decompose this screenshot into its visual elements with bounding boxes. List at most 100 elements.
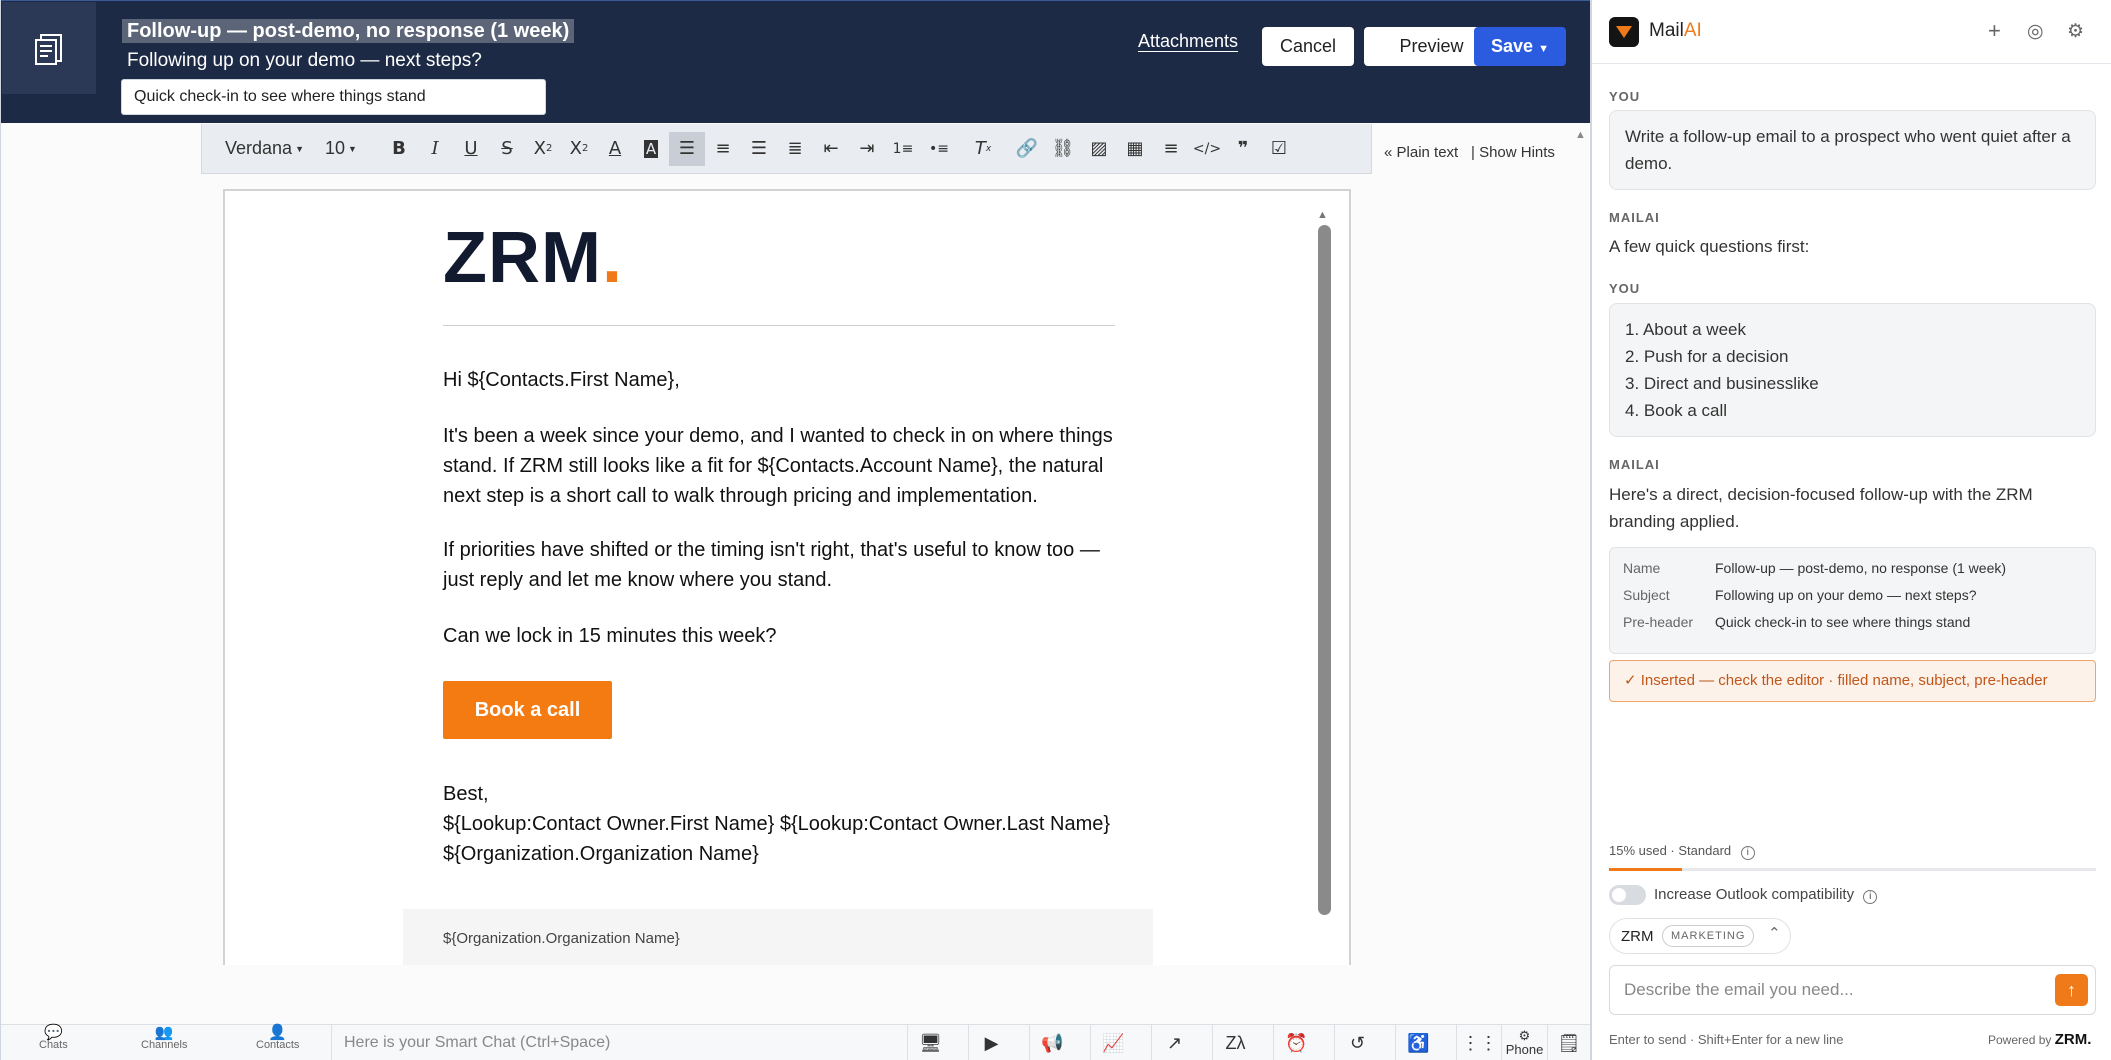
nav-channels[interactable]: 👥 Channels [141, 1025, 187, 1051]
assistant-message-2: Here's a direct, decision-focused follow… [1609, 485, 2033, 531]
checklist-icon[interactable]: ☑ [1261, 132, 1297, 166]
align-right-icon[interactable]: ☰ [741, 132, 777, 166]
plain-text-link[interactable]: « Plain text [1384, 144, 1458, 161]
outlook-compat-label: Increase Outlook compatibility i [1654, 886, 1878, 904]
megaphone-icon[interactable]: 📢 [1029, 1025, 1075, 1060]
answer-item: 4. Book a call [1625, 401, 1728, 420]
plus-icon[interactable]: + [1988, 18, 2001, 44]
smart-chat-input[interactable]: Here is your Smart Chat (Ctrl+Space) [331, 1025, 907, 1060]
font-family-value: Verdana [225, 138, 293, 158]
gear-icon: ⚙ [1518, 1028, 1531, 1043]
cancel-button[interactable]: Cancel [1262, 27, 1354, 66]
send-button[interactable]: ↑ [2055, 974, 2088, 1006]
font-color-icon[interactable]: A [597, 132, 633, 166]
bold-icon[interactable]: B [381, 132, 417, 166]
align-left-icon[interactable]: ☰ [669, 131, 705, 166]
outlook-compat-toggle[interactable] [1609, 885, 1646, 905]
brand-selector[interactable]: ZRM MARKETING ⌃ [1609, 918, 1791, 954]
apps-grid-icon[interactable]: ⋮⋮ [1456, 1025, 1502, 1060]
phone-button[interactable]: ⚙ Phone [1501, 1025, 1547, 1060]
alarm-icon[interactable]: ⏰ [1273, 1025, 1319, 1060]
nav-contacts[interactable]: 👤 Contacts [256, 1025, 299, 1051]
email-canvas[interactable]: ▲ ZRM. Hi ${Contacts.First Name}, It's b… [223, 189, 1351, 965]
summary-value: Following up on your demo — next steps? [1715, 587, 1977, 603]
summary-row-preheader: Pre-header Quick check-in to see where th… [1623, 614, 1970, 630]
summary-key: Pre-header [1623, 614, 1694, 630]
book-call-button[interactable]: Book a call [443, 681, 612, 739]
code-icon[interactable]: </> [1189, 132, 1225, 166]
translate-icon[interactable]: Zλ [1212, 1025, 1258, 1060]
share-icon[interactable]: ↗ [1151, 1025, 1197, 1060]
brand-name: ZRM [1621, 928, 1654, 945]
outdent-icon[interactable]: ⇤ [813, 132, 849, 166]
summary-row-name: Name Follow-up — post-demo, no response (… [1623, 560, 2006, 576]
answer-item: 2. Push for a decision [1625, 347, 1789, 366]
superscript-icon[interactable]: X2 [561, 132, 597, 166]
panel-title-main: Mail [1649, 20, 1684, 41]
history-icon[interactable]: ↺ [1334, 1025, 1380, 1060]
link-icon[interactable]: 🔗 [1009, 132, 1045, 166]
strikethrough-icon[interactable]: S [489, 132, 525, 166]
nav-chats[interactable]: 💬 Chats [39, 1025, 68, 1051]
mailai-panel: MailAI + ◎ ⚙ YOU Write a follow-up email… [1590, 0, 2111, 1060]
inserted-status-banner: ✓ Inserted — check the editor · filled n… [1609, 660, 2096, 702]
indent-icon[interactable]: ⇥ [849, 132, 885, 166]
footer-org[interactable]: ${Organization.Organization Name} [443, 930, 680, 947]
brand-tag: MARKETING [1662, 925, 1755, 947]
horizontal-rule-icon[interactable]: ≡ [1153, 132, 1189, 166]
nav-chats-label: Chats [39, 1039, 68, 1051]
logo-text: ZRM [443, 218, 602, 298]
scroll-up-arrow-icon[interactable]: ▲ [1575, 129, 1586, 141]
prompt-input[interactable] [1624, 978, 2044, 1002]
summary-key: Name [1623, 560, 1661, 576]
role-label-you: YOU [1609, 281, 1641, 296]
palette-icon[interactable]: ◎ [2027, 20, 2044, 43]
email-paragraph-1[interactable]: It's been a week since your demo, and I … [443, 421, 1123, 511]
info-icon[interactable]: i [1863, 890, 1878, 904]
panel-header: MailAI + ◎ ⚙ [1592, 0, 2111, 64]
gear-icon[interactable]: ⚙ [2067, 20, 2084, 43]
email-footer: ${Organization.Organization Name} [403, 909, 1153, 965]
highlight-icon[interactable]: A [633, 132, 669, 166]
email-greeting[interactable]: Hi ${Contacts.First Name}, [443, 365, 1123, 395]
show-hints-link[interactable]: | Show Hints [1471, 144, 1555, 161]
scroll-up-arrow-icon[interactable]: ▲ [1317, 209, 1328, 221]
analytics-icon[interactable]: 📈 [1090, 1025, 1136, 1060]
email-signature-name[interactable]: ${Lookup:Contact Owner.First Name} ${Loo… [443, 809, 1123, 839]
font-family-select[interactable]: Verdana ▼ [225, 132, 325, 166]
underline-icon[interactable]: U [453, 132, 489, 166]
font-size-select[interactable]: 10 ▼ [325, 132, 381, 166]
save-button[interactable]: Save ▼ [1474, 27, 1566, 66]
subject-field[interactable]: Following up on your demo — next steps? [127, 49, 482, 73]
email-signoff[interactable]: Best, [443, 779, 1123, 809]
email-paragraph-2[interactable]: If priorities have shifted or the timing… [443, 535, 1123, 595]
screen-share-icon[interactable]: 🖥 [907, 1025, 953, 1060]
bullet-list-icon[interactable]: •≡ [921, 132, 957, 166]
accessibility-icon[interactable]: ♿ [1395, 1025, 1441, 1060]
editor-scrollbar[interactable] [1318, 225, 1331, 915]
template-summary-card: Name Follow-up — post-demo, no response (… [1609, 547, 2096, 654]
table-icon[interactable]: ▦ [1117, 132, 1153, 166]
prompt-composer: ↑ [1609, 965, 2096, 1015]
subscript-icon[interactable]: X2 [525, 132, 561, 166]
notes-icon[interactable]: 🗒 [1547, 1025, 1590, 1060]
unlink-icon[interactable]: ⛓ [1045, 132, 1081, 166]
template-name-field[interactable]: Follow-up — post-demo, no response (1 we… [122, 19, 575, 43]
chevron-up-icon: ⌃ [1768, 925, 1781, 942]
info-icon[interactable]: i [1740, 846, 1755, 860]
email-signature-org[interactable]: ${Organization.Organization Name} [443, 839, 1123, 869]
image-icon[interactable]: ▨ [1081, 132, 1117, 166]
summary-key: Subject [1623, 587, 1670, 603]
justify-icon[interactable]: ≣ [777, 132, 813, 166]
clear-format-icon[interactable]: Tx [965, 132, 1001, 166]
font-size-value: 10 [325, 138, 346, 158]
video-icon[interactable]: ▶ [968, 1025, 1014, 1060]
align-center-icon[interactable]: ≡ [705, 132, 741, 166]
arrow-up-icon: ↑ [2067, 979, 2076, 1000]
attachments-link[interactable]: Attachments [1138, 31, 1238, 52]
email-paragraph-3[interactable]: Can we lock in 15 minutes this week? [443, 621, 1123, 651]
quote-icon[interactable]: ❞ [1225, 132, 1261, 166]
preheader-input[interactable]: Quick check-in to see where things stand [121, 79, 546, 115]
numbered-list-icon[interactable]: 1≡ [885, 132, 921, 166]
italic-icon[interactable]: I [417, 132, 453, 166]
